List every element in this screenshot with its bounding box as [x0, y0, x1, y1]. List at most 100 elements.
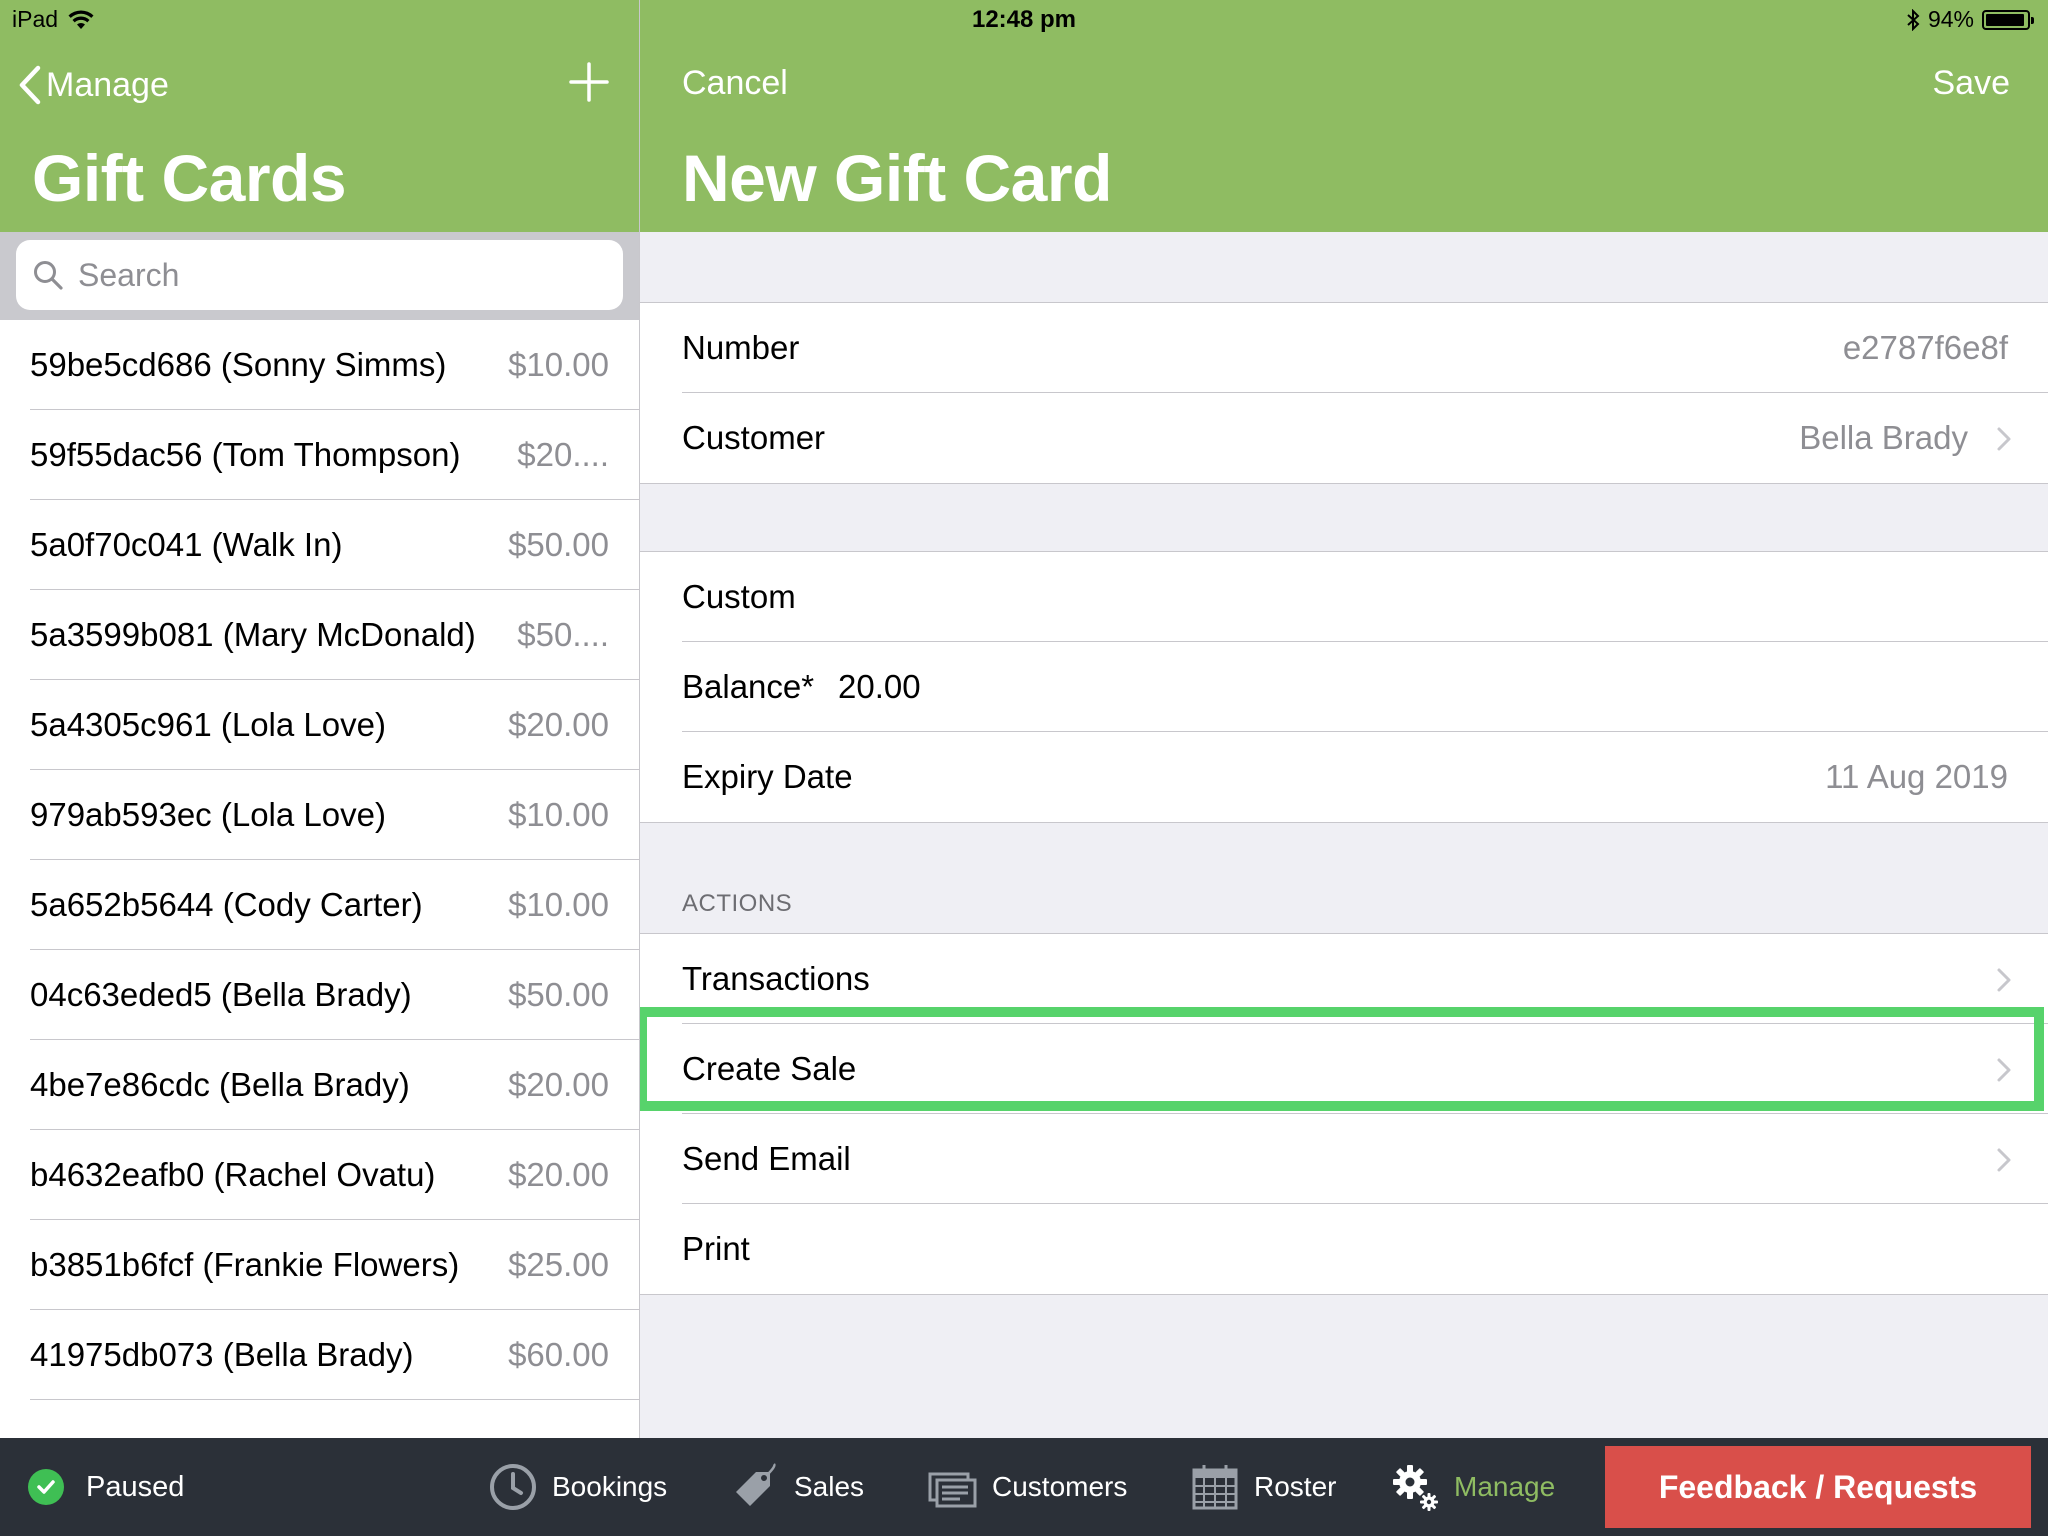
- list-item-name: b3851b6fcf (Frankie Flowers): [30, 1246, 460, 1283]
- gears-icon: [1393, 1465, 1438, 1511]
- list-item[interactable]: 59be5cd686 (Sonny Simms) $10.00: [0, 320, 639, 410]
- tab-manage-label: Manage: [1454, 1471, 1556, 1502]
- list-item-name: 5a652b5644 (Cody Carter): [30, 886, 423, 923]
- list-item[interactable]: 59f55dac56 (Tom Thompson) $20....: [0, 410, 639, 500]
- price-tag-icon: [736, 1463, 776, 1506]
- list-item[interactable]: 41975db073 (Bella Brady) $60.00: [0, 1310, 639, 1400]
- bluetooth-icon: [1907, 8, 1920, 31]
- number-row: Number e2787f6e8f: [640, 303, 2048, 393]
- list-item-name: 41975db073 (Bella Brady): [30, 1336, 414, 1373]
- tab-sales[interactable]: Sales: [730, 1438, 864, 1536]
- balance-row[interactable]: Balance* 20.00: [640, 642, 2048, 732]
- balance-group: Custom Balance* 20.00 Expiry Date 11 Aug…: [640, 551, 2048, 823]
- clock-icon: [490, 1464, 536, 1510]
- status-label: Paused: [86, 1470, 185, 1503]
- print-row[interactable]: Print: [640, 1204, 2048, 1294]
- number-value: e2787f6e8f: [1842, 329, 2008, 366]
- transactions-row[interactable]: Transactions: [640, 934, 2048, 1024]
- number-label: Number: [682, 329, 800, 366]
- expiry-label: Expiry Date: [682, 758, 853, 795]
- list-item-amount: $10.00: [508, 796, 609, 833]
- list-item[interactable]: b3851b6fcf (Frankie Flowers) $25.00: [0, 1220, 639, 1310]
- list-item-name: b4632eafb0 (Rachel Ovatu): [30, 1156, 436, 1193]
- detail-title: New Gift Card: [682, 141, 1112, 215]
- status-time: 12:48 pm: [971, 6, 1077, 33]
- list-item[interactable]: 5a3599b081 (Mary McDonald) $50....: [0, 590, 639, 680]
- list-item-name: 59f55dac56 (Tom Thompson): [30, 436, 461, 473]
- customer-label: Customer: [682, 419, 826, 456]
- list-item[interactable]: 979ab593ec (Lola Love) $10.00: [0, 770, 639, 860]
- tab-customers-label: Customers: [992, 1471, 1128, 1502]
- search-input[interactable]: [76, 255, 580, 295]
- print-label: Print: [682, 1230, 750, 1267]
- search-bar: [0, 232, 639, 320]
- actions-header: ACTIONS: [682, 890, 793, 917]
- battery-icon: [1982, 9, 2034, 30]
- chevron-left-icon: [19, 65, 41, 105]
- list-item[interactable]: 4be7e86cdc (Bella Brady) $20.00: [0, 1040, 639, 1130]
- expiry-value: 11 Aug 2019: [1825, 758, 2008, 795]
- chevron-right-icon: [1997, 1148, 2011, 1172]
- tab-bookings-label: Bookings: [552, 1471, 668, 1502]
- save-button[interactable]: Save: [1933, 64, 2011, 103]
- check-icon: [28, 1469, 64, 1505]
- list-item-amount: $50....: [517, 616, 609, 653]
- expiry-row[interactable]: Expiry Date 11 Aug 2019: [640, 732, 2048, 822]
- add-gift-card-button[interactable]: [569, 62, 609, 102]
- list-item-amount: $50.00: [508, 976, 609, 1013]
- balance-input[interactable]: 20.00: [838, 642, 921, 732]
- new-gift-card-pane: Cancel Save New Gift Card Number e2787f6…: [640, 0, 2048, 1438]
- list-item-amount: $25.00: [508, 1246, 609, 1283]
- balance-label: Balance*: [682, 668, 815, 705]
- battery-percent: 94%: [1927, 6, 1974, 32]
- page-title: Gift Cards: [32, 141, 347, 215]
- tab-roster-label: Roster: [1254, 1471, 1337, 1502]
- status-indicator[interactable]: Paused: [28, 1438, 184, 1536]
- customer-row[interactable]: Customer Bella Brady: [640, 393, 2048, 483]
- list-item-amount: $50.00: [508, 526, 609, 563]
- gift-card-list: 59be5cd686 (Sonny Simms) $10.00 59f55dac5…: [0, 320, 639, 1400]
- list-item[interactable]: 5a0f70c041 (Walk In) $50.00: [0, 500, 639, 590]
- list-item-amount: $20.00: [508, 1066, 609, 1103]
- list-item-name: 59be5cd686 (Sonny Simms): [30, 346, 447, 383]
- custom-row[interactable]: Custom: [640, 552, 2048, 642]
- list-item[interactable]: 5a652b5644 (Cody Carter) $10.00: [0, 860, 639, 950]
- cancel-button[interactable]: Cancel: [682, 64, 788, 103]
- tab-roster[interactable]: Roster: [1190, 1438, 1336, 1536]
- chevron-right-icon: [1997, 427, 2011, 451]
- list-item[interactable]: 04c63eded5 (Bella Brady) $50.00: [0, 950, 639, 1040]
- list-item-name: 5a4305c961 (Lola Love): [30, 706, 386, 743]
- create-sale-row[interactable]: Create Sale: [640, 1024, 2048, 1114]
- create-sale-label: Create Sale: [682, 1050, 857, 1087]
- send-email-row[interactable]: Send Email: [640, 1114, 2048, 1204]
- status-right: 94%: [1906, 6, 2034, 33]
- list-item-name: 5a3599b081 (Mary McDonald): [30, 616, 476, 653]
- tab-sales-label: Sales: [794, 1471, 865, 1502]
- back-label: Manage: [46, 65, 169, 104]
- search-icon: [34, 261, 63, 290]
- back-button[interactable]: Manage: [18, 64, 169, 106]
- chevron-right-icon: [1997, 1058, 2011, 1082]
- tab-bookings[interactable]: Bookings: [488, 1438, 667, 1536]
- address-cards-icon: [928, 1472, 977, 1508]
- tab-customers[interactable]: Customers: [928, 1438, 1127, 1536]
- list-item-amount: $20.00: [508, 706, 609, 743]
- bottom-tab-bar: Paused Bookings Sales Customers Roster M…: [0, 1438, 2048, 1536]
- calendar-icon: [1192, 1465, 1238, 1510]
- chevron-right-icon: [1997, 968, 2011, 992]
- list-item-amount: $10.00: [508, 346, 609, 383]
- list-item-name: 5a0f70c041 (Walk In): [30, 526, 343, 563]
- list-item-amount: $60.00: [508, 1336, 609, 1373]
- custom-label: Custom: [682, 578, 796, 615]
- tab-manage[interactable]: Manage: [1390, 1438, 1555, 1536]
- search-field[interactable]: [16, 240, 623, 310]
- card-info-group: Number e2787f6e8f Customer Bella Brady: [640, 302, 2048, 484]
- list-item[interactable]: b4632eafb0 (Rachel Ovatu) $20.00: [0, 1130, 639, 1220]
- list-item[interactable]: 5a4305c961 (Lola Love) $20.00: [0, 680, 639, 770]
- list-item-name: 04c63eded5 (Bella Brady): [30, 976, 412, 1013]
- status-bar: iPad 12:48 pm 94%: [0, 0, 2048, 42]
- feedback-requests-button[interactable]: Feedback / Requests: [1605, 1446, 2031, 1528]
- customer-value: Bella Brady: [1799, 419, 1968, 456]
- transactions-label: Transactions: [682, 960, 870, 997]
- list-item-name: 979ab593ec (Lola Love): [30, 796, 386, 833]
